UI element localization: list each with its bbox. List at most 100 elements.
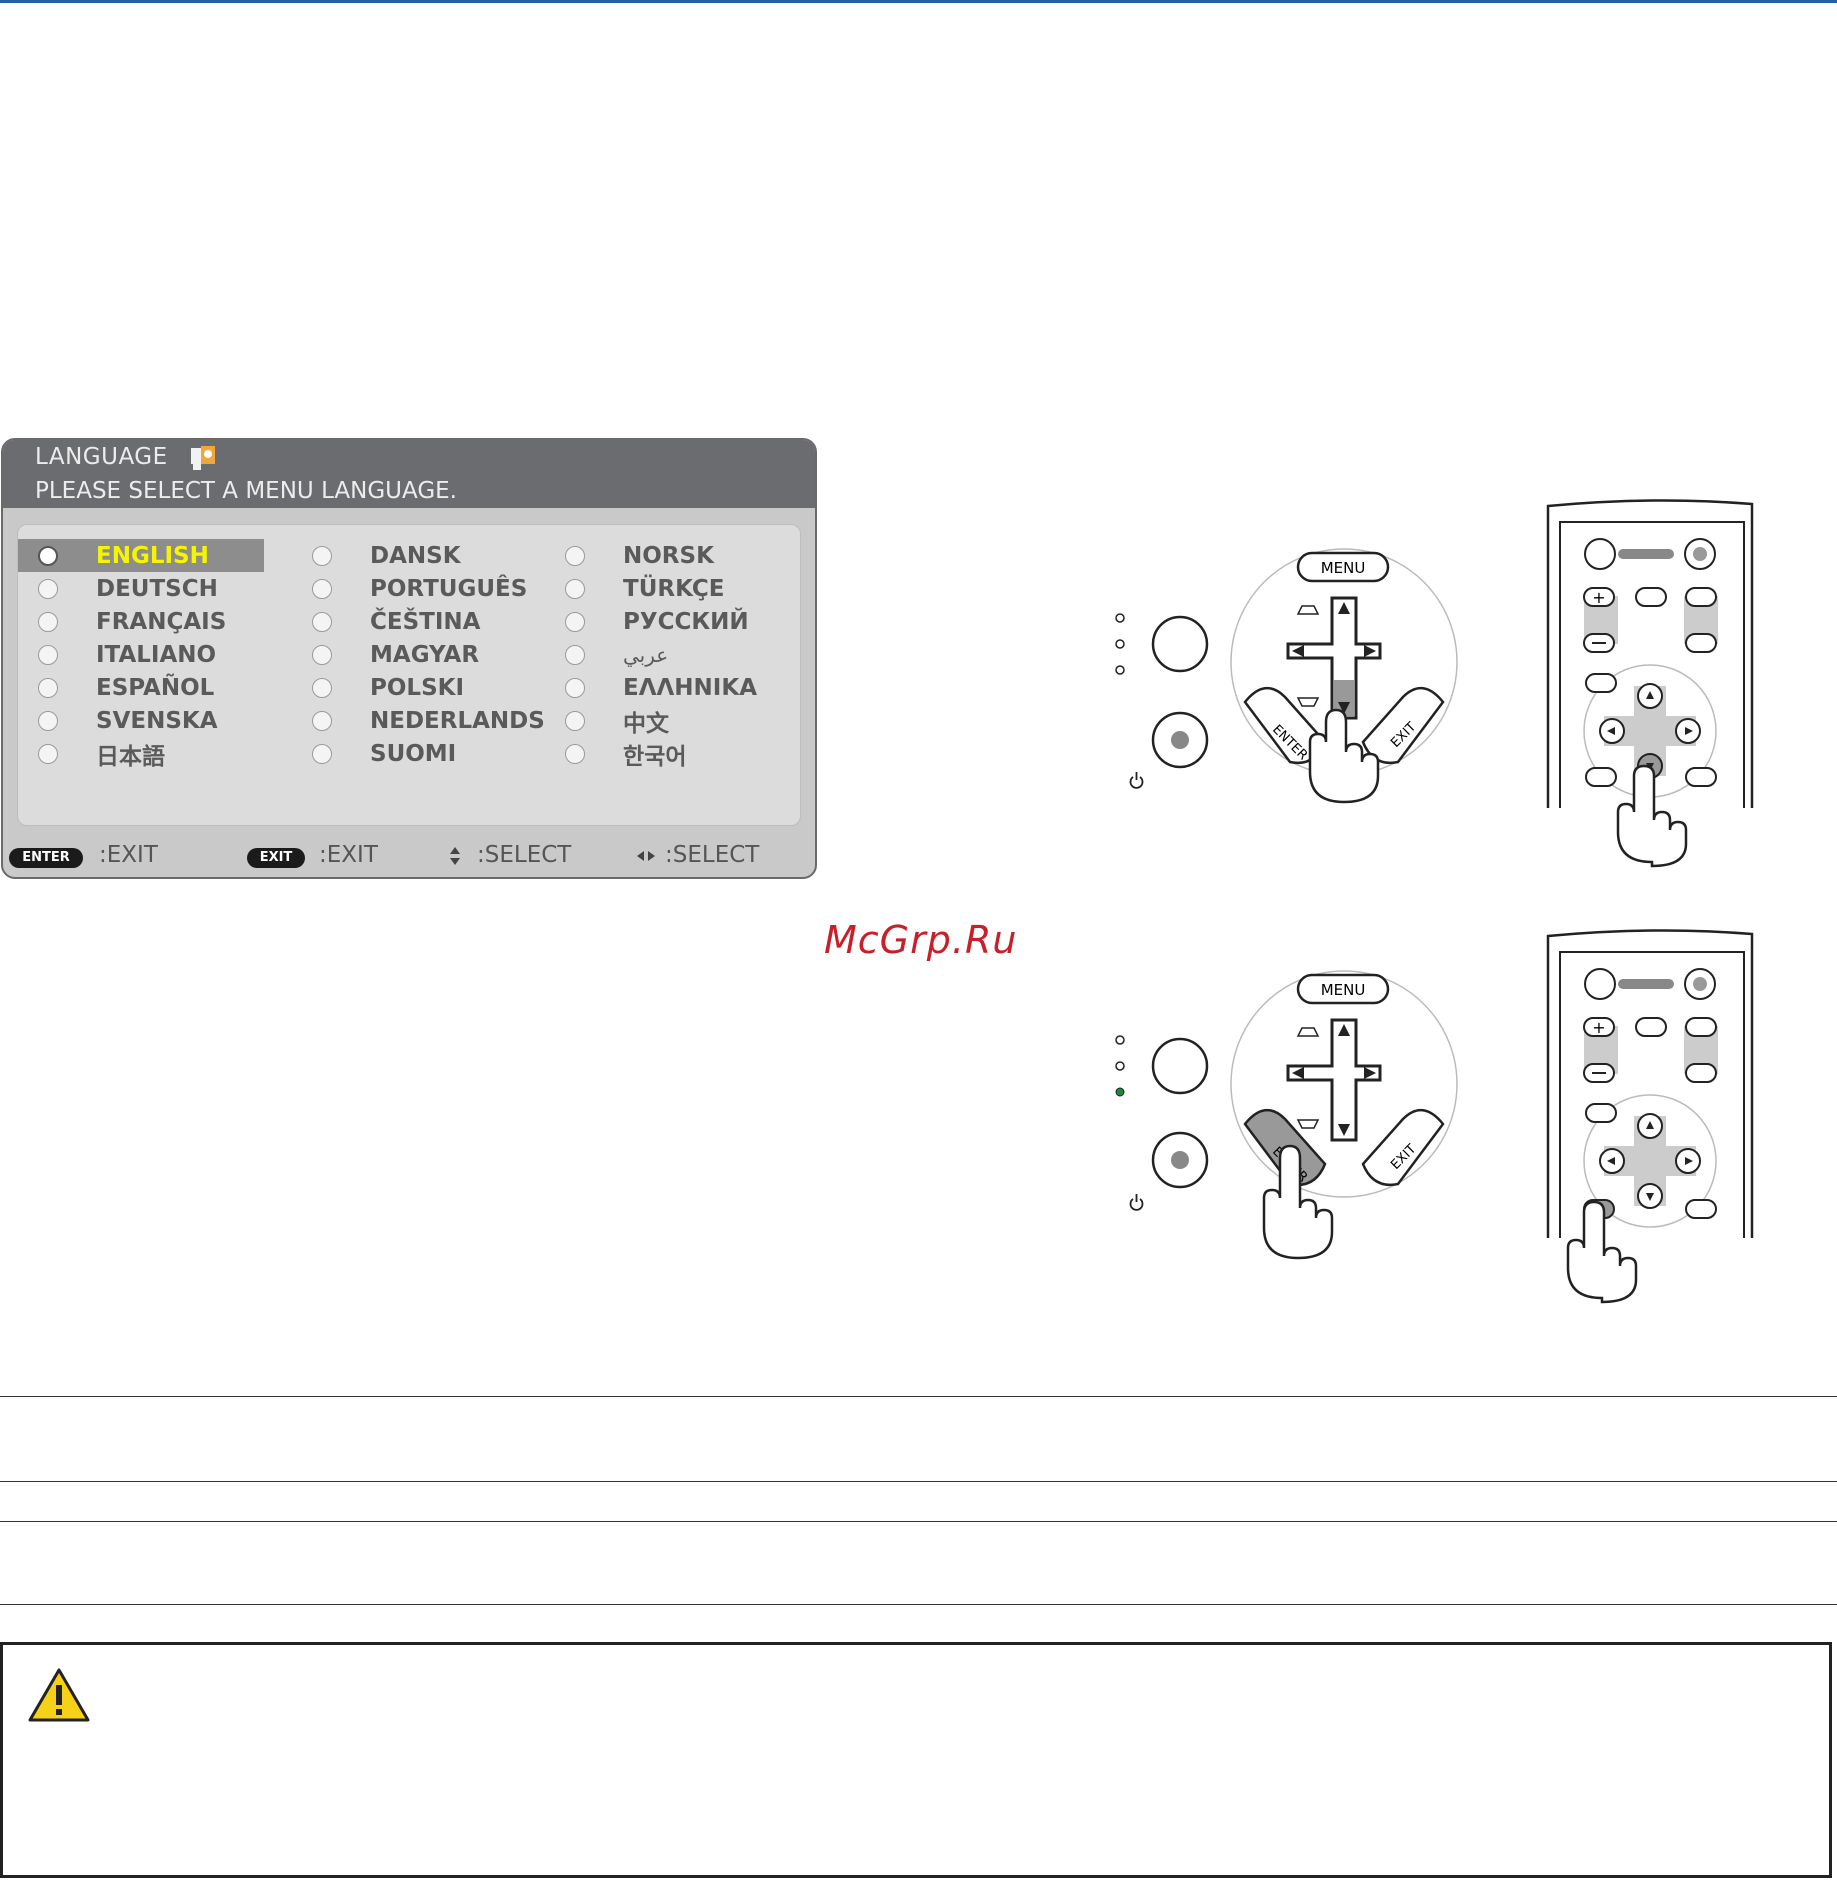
language-option-arabic[interactable]: عربي (545, 638, 757, 671)
radio-icon (565, 743, 585, 764)
radio-icon (312, 578, 332, 599)
language-option-dansk[interactable]: DANSK (292, 539, 545, 572)
language-menu: LANGUAGE PLEASE SELECT A MENU LANGUAGE. … (1, 438, 817, 879)
radio-icon (312, 677, 332, 698)
language-option-turkce[interactable]: TÜRKÇE (545, 572, 757, 605)
radio-icon (38, 611, 58, 632)
remote-button (1685, 767, 1717, 787)
projector-panel-down-illustration: MENU ENTER EXIT (1115, 548, 1458, 804)
remote-button (1685, 1199, 1717, 1219)
indicator-led (1115, 613, 1125, 623)
language-option-norsk[interactable]: NORSK (545, 539, 757, 572)
menu-title: LANGUAGE (35, 444, 168, 470)
language-option-nederlands[interactable]: NEDERLANDS (292, 704, 545, 737)
remote-button (1635, 1017, 1667, 1037)
remote-off-dot (1693, 547, 1707, 561)
enter-action-text: :EXIT (99, 842, 158, 868)
language-option-chinese[interactable]: 中文 (545, 704, 757, 737)
power-symbol-icon (1129, 772, 1144, 789)
plus-icon: + (1592, 588, 1605, 607)
rule-line (0, 1604, 1837, 1605)
source-button (1151, 1037, 1209, 1095)
radio-icon (38, 578, 58, 599)
radio-icon (38, 644, 58, 665)
remote-power-bar (1618, 979, 1674, 989)
language-option-suomi[interactable]: SUOMI (292, 737, 545, 770)
indicator-led-green (1115, 1087, 1125, 1097)
radio-icon (312, 710, 332, 731)
radio-icon (38, 743, 58, 764)
radio-icon (565, 644, 585, 665)
radio-icon (312, 611, 332, 632)
radio-icon (312, 644, 332, 665)
radio-icon (38, 677, 58, 698)
leftright-action-text: :SELECT (665, 842, 760, 868)
language-option-japanese[interactable]: 日本語 (18, 737, 264, 770)
indicator-led (1115, 639, 1125, 649)
language-option-polski[interactable]: POLSKI (292, 671, 545, 704)
power-button-dot (1171, 1151, 1189, 1169)
language-column-3: NORSK TÜRKÇE РУССКИЙ عربي ΕΛΛΗΝΙΚΑ 中文 한국… (545, 539, 757, 770)
indicator-led (1115, 1061, 1125, 1071)
radio-icon (38, 710, 58, 731)
menu-header: LANGUAGE PLEASE SELECT A MENU LANGUAGE. (3, 440, 815, 508)
menu-subtitle: PLEASE SELECT A MENU LANGUAGE. (35, 478, 457, 504)
remote-button (1585, 767, 1617, 787)
remote-control-enter-illustration: + (1546, 929, 1754, 1304)
warning-triangle-icon (28, 1668, 90, 1722)
remote-button (1585, 1103, 1617, 1123)
updown-action-text: :SELECT (477, 842, 572, 868)
menu-button-label: MENU (1321, 981, 1366, 999)
radio-icon (565, 611, 585, 632)
projector-panel-enter-illustration: MENU ENTER EXIT (1115, 970, 1458, 1260)
remote-control-down-illustration: + (1546, 499, 1754, 868)
remote-button (1635, 587, 1667, 607)
remote-on-button (1584, 538, 1616, 570)
top-rule (0, 0, 1837, 3)
language-option-italiano[interactable]: ITALIANO (18, 638, 264, 671)
rule-line (0, 1481, 1837, 1482)
indicator-led (1115, 1035, 1125, 1045)
language-option-korean[interactable]: 한국어 (545, 737, 757, 770)
up-down-arrow-icon (450, 847, 460, 865)
radio-icon (312, 743, 332, 764)
remote-button (1685, 587, 1717, 607)
language-option-magyar[interactable]: MAGYAR (292, 638, 545, 671)
radio-icon (38, 545, 58, 566)
radio-icon (565, 578, 585, 599)
plus-icon: + (1592, 1018, 1605, 1037)
language-option-russian[interactable]: РУССКИЙ (545, 605, 757, 638)
source-button (1151, 615, 1209, 673)
language-option-deutsch[interactable]: DEUTSCH (18, 572, 264, 605)
language-column-2: DANSK PORTUGUÊS ČEŠTINA MAGYAR POLSKI NE… (292, 539, 545, 770)
remote-button (1585, 673, 1617, 693)
language-options-panel: ENGLISH DEUTSCH FRANÇAIS ITALIANO ESPAÑO… (17, 524, 801, 826)
left-right-arrow-icon (637, 851, 655, 861)
language-option-francais[interactable]: FRANÇAIS (18, 605, 264, 638)
menu-footer: ENTER :EXIT EXIT :EXIT :SELECT :SELECT (3, 838, 815, 877)
language-column-1: ENGLISH DEUTSCH FRANÇAIS ITALIANO ESPAÑO… (18, 539, 264, 770)
radio-icon (312, 545, 332, 566)
watermark: McGrp.Ru (824, 918, 1018, 962)
menu-button-label: MENU (1321, 559, 1366, 577)
language-option-svenska[interactable]: SVENSKA (18, 704, 264, 737)
language-option-espanol[interactable]: ESPAÑOL (18, 671, 264, 704)
language-option-english[interactable]: ENGLISH (18, 539, 264, 572)
remote-off-dot (1693, 977, 1707, 991)
power-symbol-icon (1129, 1194, 1144, 1211)
radio-icon (565, 677, 585, 698)
indicator-led (1115, 665, 1125, 675)
radio-icon (565, 710, 585, 731)
language-option-greek[interactable]: ΕΛΛΗΝΙΚΑ (545, 671, 757, 704)
radio-icon (565, 545, 585, 566)
language-option-portugues[interactable]: PORTUGUÊS (292, 572, 545, 605)
rule-line (0, 1396, 1837, 1397)
language-icon (191, 446, 215, 470)
exit-action-text: :EXIT (319, 842, 378, 868)
remote-button (1685, 633, 1717, 653)
rule-line (0, 1521, 1837, 1522)
language-option-cestina[interactable]: ČEŠTINA (292, 605, 545, 638)
remote-on-button (1584, 968, 1616, 1000)
exit-key-badge: EXIT (247, 848, 305, 868)
power-button-dot (1171, 731, 1189, 749)
